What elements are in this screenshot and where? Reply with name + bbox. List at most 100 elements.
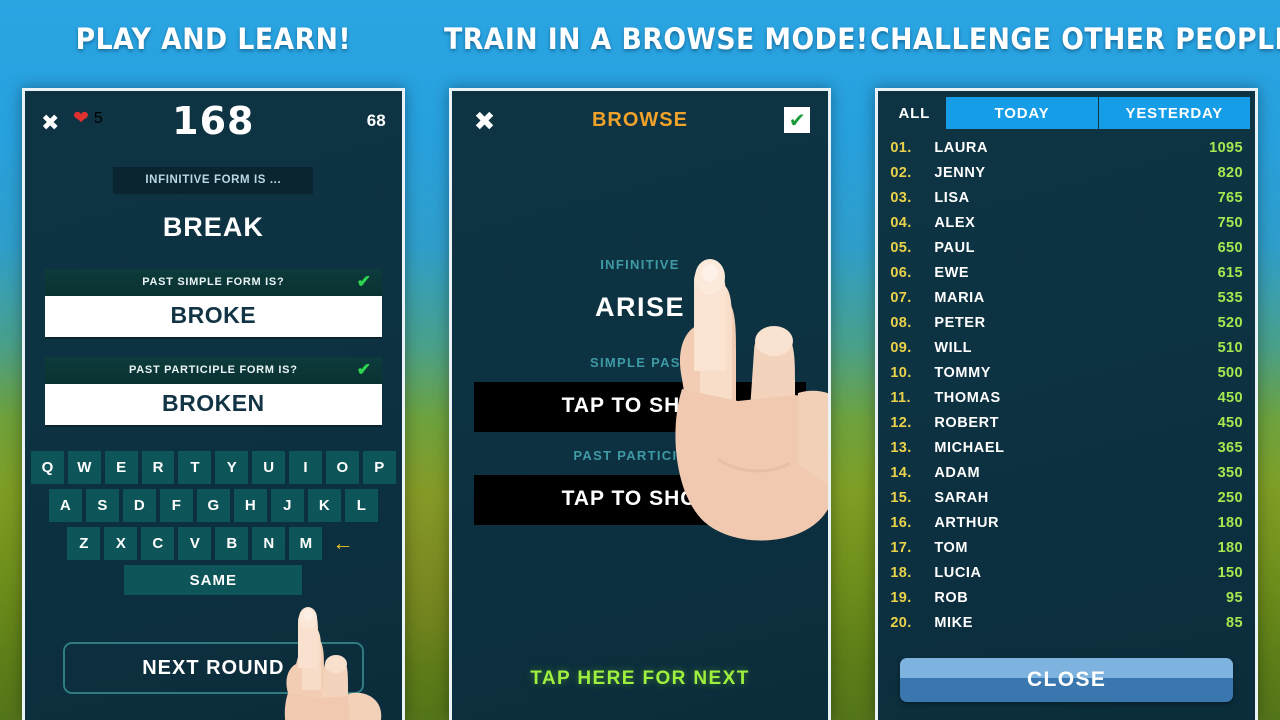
key-e[interactable]: E xyxy=(104,451,138,484)
key-same[interactable]: SAME xyxy=(124,565,303,595)
key-j[interactable]: J xyxy=(270,489,304,522)
table-row[interactable]: 16. ARTHUR 180 xyxy=(890,510,1243,535)
name-cell: TOMMY xyxy=(934,364,992,381)
table-row[interactable]: 11. THOMAS 450 xyxy=(890,385,1243,410)
key-p[interactable]: P xyxy=(362,451,396,484)
score-cell: 450 xyxy=(1217,389,1243,406)
answer-input-past-participle[interactable]: BROKEN xyxy=(45,384,382,425)
headline-play-and-learn: PLAY AND LEARN! xyxy=(75,22,352,56)
browse-title: BROWSE xyxy=(591,109,688,131)
past-participle-reveal-button[interactable]: TAP TO SHOW xyxy=(473,475,807,525)
table-row[interactable]: 05. PAUL 650 xyxy=(890,235,1243,260)
table-row[interactable]: 07. MARIA 535 xyxy=(890,285,1243,310)
answer-group-past-simple: PAST SIMPLE FORM IS? ✔ BROKE xyxy=(45,269,382,337)
keyboard-row-1: Q W E R T Y U I O P xyxy=(31,451,396,484)
score-cell: 520 xyxy=(1217,314,1243,331)
key-q[interactable]: Q xyxy=(31,451,64,484)
name-cell: LAURA xyxy=(934,139,989,156)
table-row[interactable]: 09. WILL 510 xyxy=(890,335,1243,360)
key-a[interactable]: A xyxy=(48,489,82,522)
key-n[interactable]: N xyxy=(252,527,286,560)
key-m[interactable]: M xyxy=(289,527,323,560)
table-row[interactable]: 20. MIKE 85 xyxy=(890,610,1243,635)
promo-column-leaderboard: CHALLENGE OTHER PEOPLE! ALL TODAY YESTER… xyxy=(853,0,1280,720)
table-row[interactable]: 06. EWE 615 xyxy=(890,260,1243,285)
rank-cell: 09. xyxy=(890,339,912,356)
key-z[interactable]: Z xyxy=(67,527,101,560)
table-row[interactable]: 08. PETER 520 xyxy=(890,310,1243,335)
key-k[interactable]: K xyxy=(307,489,341,522)
table-row[interactable]: 10. TOMMY 500 xyxy=(890,360,1243,385)
rank-cell: 11. xyxy=(890,389,911,406)
table-row[interactable]: 03. LISA 765 xyxy=(890,185,1243,210)
backspace-arrow-icon[interactable]: ← xyxy=(326,527,359,560)
name-cell: MIKE xyxy=(934,614,973,631)
table-row[interactable]: 19. ROB 95 xyxy=(890,585,1243,610)
score-cell: 1095 xyxy=(1209,139,1243,156)
rank-cell: 19. xyxy=(890,589,912,606)
verb-word: BREAK xyxy=(162,212,264,242)
table-row[interactable]: 14. ADAM 350 xyxy=(890,460,1243,485)
key-d[interactable]: D xyxy=(122,489,156,522)
keyboard-row-3: Z X C V B N M ← xyxy=(31,527,396,560)
key-w[interactable]: W xyxy=(67,451,101,484)
promo-column-play-and-learn: PLAY AND LEARN! ✖ ❤ 5 168 68 INFINITIVE … xyxy=(0,0,427,720)
name-cell: ROB xyxy=(934,589,969,606)
name-cell: PAUL xyxy=(934,239,976,256)
key-g[interactable]: G xyxy=(196,489,230,522)
promo-column-browse-mode: TRAIN IN A BROWSE MODE! ✖ BROWSE ✔ INFIN… xyxy=(427,0,869,720)
key-t[interactable]: T xyxy=(178,451,212,484)
close-button[interactable]: CLOSE xyxy=(900,658,1233,702)
key-h[interactable]: H xyxy=(233,489,267,522)
prompt-chip: INFINITIVE FORM IS ... xyxy=(113,167,314,194)
table-row[interactable]: 04. ALEX 750 xyxy=(890,210,1243,235)
key-u[interactable]: U xyxy=(252,451,286,484)
past-participle-label: PAST PARTICIPLE xyxy=(573,448,707,463)
table-row[interactable]: 01. LAURA 1095 xyxy=(890,135,1243,160)
answer-label-bar: PAST PARTICIPLE FORM IS? ✔ xyxy=(45,357,382,384)
table-row[interactable]: 17. TOM 180 xyxy=(890,535,1243,560)
key-l[interactable]: L xyxy=(344,489,378,522)
name-cell: LUCIA xyxy=(934,564,982,581)
key-r[interactable]: R xyxy=(141,451,175,484)
answer-label-text: PAST SIMPLE FORM IS? xyxy=(142,276,285,288)
tap-here-for-next-button[interactable]: TAP HERE FOR NEXT xyxy=(452,668,829,690)
name-cell: ARTHUR xyxy=(934,514,1000,531)
tab-all[interactable]: ALL xyxy=(883,97,945,129)
tab-today[interactable]: TODAY xyxy=(945,97,1098,129)
score-cell: 450 xyxy=(1217,414,1243,431)
table-row[interactable]: 13. MICHAEL 365 xyxy=(890,435,1243,460)
name-cell: WILL xyxy=(934,339,973,356)
name-cell: MARIA xyxy=(934,289,985,306)
rank-cell: 04. xyxy=(890,214,912,231)
name-cell: TOM xyxy=(934,539,969,556)
secondary-score-value: 68 xyxy=(366,111,386,130)
name-cell: PETER xyxy=(934,314,986,331)
key-y[interactable]: Y xyxy=(215,451,249,484)
key-c[interactable]: C xyxy=(141,527,175,560)
key-f[interactable]: F xyxy=(159,489,193,522)
key-b[interactable]: B xyxy=(215,527,249,560)
key-o[interactable]: O xyxy=(325,451,359,484)
table-row[interactable]: 02. JENNY 820 xyxy=(890,160,1243,185)
rank-cell: 16. xyxy=(890,514,912,531)
score-value: 168 xyxy=(172,99,255,143)
key-x[interactable]: X xyxy=(104,527,138,560)
checkbox-checked-icon[interactable]: ✔ xyxy=(784,107,811,133)
keyboard-row-4: SAME xyxy=(31,565,396,595)
score-cell: 95 xyxy=(1226,589,1243,606)
simple-past-reveal-button[interactable]: TAP TO SHOW xyxy=(473,382,807,432)
headline-train-browse-mode: TRAIN IN A BROWSE MODE! xyxy=(443,22,869,56)
tab-yesterday[interactable]: YESTERDAY xyxy=(1097,97,1250,129)
score-cell: 535 xyxy=(1217,289,1243,306)
infinitive-word: ARISE xyxy=(594,292,685,322)
rank-cell: 07. xyxy=(890,289,912,306)
next-round-button[interactable]: NEXT ROUND xyxy=(63,642,364,694)
key-v[interactable]: V xyxy=(178,527,212,560)
key-i[interactable]: I xyxy=(289,451,322,484)
answer-input-past-simple[interactable]: BROKE xyxy=(45,296,382,337)
table-row[interactable]: 15. SARAH 250 xyxy=(890,485,1243,510)
table-row[interactable]: 18. LUCIA 150 xyxy=(890,560,1243,585)
key-s[interactable]: S xyxy=(85,489,119,522)
table-row[interactable]: 12. ROBERT 450 xyxy=(890,410,1243,435)
